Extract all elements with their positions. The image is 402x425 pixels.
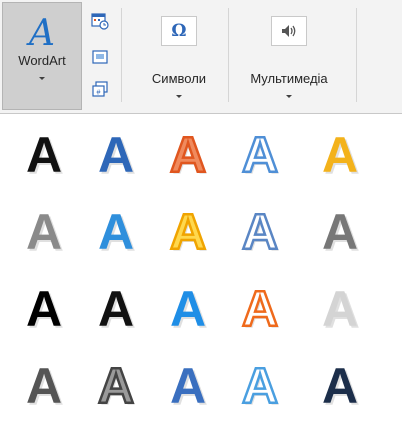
wordart-sample-icon: AA [98, 204, 136, 262]
wordart-sample-icon: AA [241, 126, 280, 185]
wordart-fill-white-outline-orange[interactable]: AA [158, 124, 218, 186]
wordart-sample-glyph: A [98, 204, 134, 260]
ribbon: A WordArt # Ω Символи Мультимедіа [0, 0, 402, 114]
wordart-sample-icon: AA [322, 204, 360, 262]
wordart-sample-glyph: A [26, 358, 62, 414]
wordart-sample-icon: AA [97, 357, 136, 416]
slide-number-button[interactable]: # [89, 78, 111, 100]
object-button[interactable] [89, 46, 111, 68]
wordart-sample-icon: AA [241, 357, 280, 416]
wordart-sample-glyph: A [26, 127, 62, 183]
wordart-sample-glyph: A [26, 281, 62, 337]
wordart-gradient-gold-outline[interactable]: AA [158, 201, 218, 263]
wordart-sample-icon: AA [170, 358, 208, 416]
wordart-sample-glyph: A [322, 127, 358, 183]
wordart-sample-glyph: A [242, 358, 278, 414]
wordart-sample-icon: AA [98, 281, 136, 339]
wordart-sample-glyph: A [98, 127, 134, 183]
wordart-sample-glyph: A [322, 204, 358, 260]
wordart-sample-icon: AA [169, 126, 208, 185]
symbols-button[interactable]: Ω Символи [134, 6, 224, 98]
wordart-sample-icon: AA [26, 281, 64, 339]
divider [356, 8, 357, 102]
slide-number-icon: # [92, 81, 108, 97]
wordart-fill-blue-bevel[interactable]: AA [158, 278, 218, 340]
wordart-sample-icon: AA [26, 358, 64, 416]
multimedia-label: Мультимедіа [250, 71, 328, 86]
wordart-pattern-dark-gray[interactable]: AA [14, 355, 74, 417]
wordart-gradient-blue-reflection[interactable]: AA [86, 201, 146, 263]
svg-text:#: # [97, 90, 101, 97]
wordart-white-outline-light-blue[interactable]: AA [230, 355, 290, 417]
wordart-sample-icon: AA [26, 127, 64, 185]
wordart-light-gray-bevel[interactable]: AA [310, 278, 370, 340]
wordart-button[interactable]: A WordArt [2, 2, 82, 110]
chevron-down-icon [39, 77, 45, 80]
wordart-fill-black-glow[interactable]: AA [14, 278, 74, 340]
wordart-sample-icon: AA [241, 280, 280, 339]
wordart-white-outline-blue-shadow[interactable]: AA [230, 201, 290, 263]
wordart-sample-icon: AA [241, 203, 280, 262]
wordart-pattern-navy[interactable]: AA [310, 355, 370, 417]
wordart-sample-glyph: A [322, 281, 358, 337]
wordart-sample-glyph: A [170, 281, 206, 337]
wordart-sample-glyph: A [170, 127, 206, 183]
wordart-white-outline-orange-shadow[interactable]: AA [230, 278, 290, 340]
wordart-fill-gold-accent4[interactable]: AA [310, 124, 370, 186]
object-icon [92, 50, 108, 64]
wordart-sample-glyph: A [98, 358, 134, 414]
wordart-sample-glyph: A [242, 281, 278, 337]
speaker-icon [271, 16, 307, 46]
wordart-gallery: AAAAAAAAAAAAAAAAAAAAAAAAAAAAAAAAAAAAAAAA [0, 114, 402, 425]
wordart-sample-glyph: A [322, 358, 358, 414]
wordart-fill-blue-accent1-shadow[interactable]: AA [86, 124, 146, 186]
wordart-outline-gray-pattern[interactable]: AA [86, 355, 146, 417]
wordart-sample-icon: AA [322, 281, 360, 339]
wordart-fill-black-shadow[interactable]: AA [14, 124, 74, 186]
wordart-gradient-gray[interactable]: AA [14, 201, 74, 263]
svg-text:A: A [26, 13, 55, 53]
omega-icon: Ω [161, 16, 197, 46]
date-time-button[interactable] [89, 10, 111, 32]
wordart-fill-black-blue-shadow[interactable]: AA [86, 278, 146, 340]
wordart-sample-glyph: A [242, 204, 278, 260]
wordart-sample-glyph: A [170, 204, 206, 260]
wordart-sample-glyph: A [242, 127, 278, 183]
chevron-down-icon [176, 95, 182, 98]
wordart-fill-white-outline-blue[interactable]: AA [230, 124, 290, 186]
divider [121, 8, 122, 102]
wordart-icon: A [26, 13, 55, 53]
wordart-sample-icon: AA [322, 358, 360, 416]
wordart-sample-icon: AA [322, 127, 360, 185]
wordart-sample-icon: AA [98, 127, 136, 185]
wordart-gradient-dark-gray[interactable]: AA [310, 201, 370, 263]
multimedia-button[interactable]: Мультимедіа [232, 6, 346, 98]
wordart-sample-glyph: A [98, 281, 134, 337]
wordart-sample-glyph: A [26, 204, 62, 260]
wordart-sample-icon: AA [169, 203, 208, 262]
chevron-down-icon [286, 95, 292, 98]
wordart-sample-glyph: A [170, 358, 206, 414]
wordart-sample-icon: AA [170, 281, 208, 339]
wordart-blue-3d[interactable]: AA [158, 355, 218, 417]
symbols-label: Символи [151, 71, 207, 86]
wordart-label: WordArt [18, 53, 66, 68]
wordart-sample-icon: AA [26, 204, 64, 262]
divider [228, 8, 229, 102]
date-time-icon [91, 13, 109, 30]
